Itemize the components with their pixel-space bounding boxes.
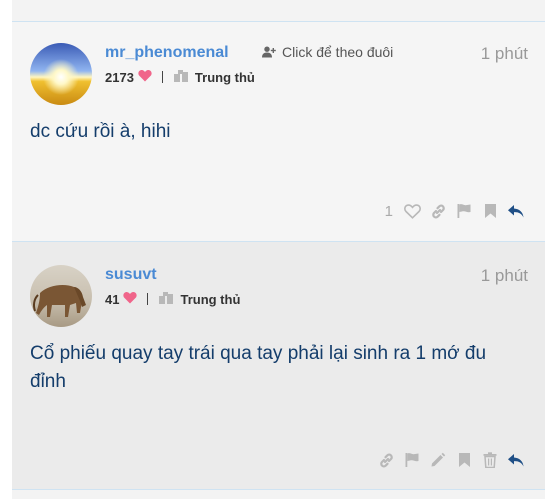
post-actions xyxy=(373,449,529,471)
post-content: dc cứu rồi à, hihi xyxy=(30,121,171,142)
post-time[interactable]: 1 phút xyxy=(481,44,528,64)
username[interactable]: susuvt xyxy=(105,266,157,284)
book-icon xyxy=(173,69,189,86)
book-icon xyxy=(158,291,174,308)
like-count: 1 xyxy=(384,202,393,220)
post-content: Cổ phiếu quay tay trái qua tay phải lại … xyxy=(30,343,487,392)
post-susuvt: susuvt 41 Trung thủ 1 phút Cổ phiếu quay… xyxy=(12,242,545,490)
user-meta: 41 Trung thủ xyxy=(105,290,240,308)
user-like-count: 41 xyxy=(105,291,120,307)
divider xyxy=(161,71,163,83)
avatar[interactable] xyxy=(30,265,92,327)
flag-icon[interactable] xyxy=(451,200,477,222)
heart-icon xyxy=(138,69,152,85)
previous-post-footer xyxy=(12,0,545,22)
link-icon[interactable] xyxy=(373,449,399,471)
bookmark-icon[interactable] xyxy=(477,200,503,222)
divider xyxy=(147,293,149,305)
next-post-header xyxy=(12,490,545,499)
avatar-horse-image xyxy=(30,265,92,327)
post-mr-phenomenal: mr_phenomenal 2173 Trung thủ Click để th… xyxy=(12,22,545,242)
user-title: Trung thủ xyxy=(194,69,255,85)
reply-icon[interactable] xyxy=(503,449,529,471)
username[interactable]: mr_phenomenal xyxy=(105,44,229,62)
user-title: Trung thủ xyxy=(180,291,241,307)
link-icon[interactable] xyxy=(425,200,451,222)
avatar-sunrise-image xyxy=(30,43,92,105)
user-meta: 2173 Trung thủ xyxy=(105,68,255,86)
flag-icon[interactable] xyxy=(399,449,425,471)
avatar[interactable] xyxy=(30,43,92,105)
post-time[interactable]: 1 phút xyxy=(481,266,528,286)
trash-icon[interactable] xyxy=(477,449,503,471)
post-actions: 1 xyxy=(385,200,529,222)
follow-label: Click để theo đuôi xyxy=(282,44,394,60)
user-plus-icon xyxy=(262,46,276,58)
bookmark-icon[interactable] xyxy=(451,449,477,471)
pencil-icon[interactable] xyxy=(425,449,451,471)
heart-icon xyxy=(123,291,138,307)
follow-button[interactable]: Click để theo đuôi xyxy=(262,44,393,60)
reply-icon[interactable] xyxy=(503,200,529,222)
user-like-count: 2173 xyxy=(105,69,134,85)
heart-outline-icon[interactable] xyxy=(399,200,425,222)
